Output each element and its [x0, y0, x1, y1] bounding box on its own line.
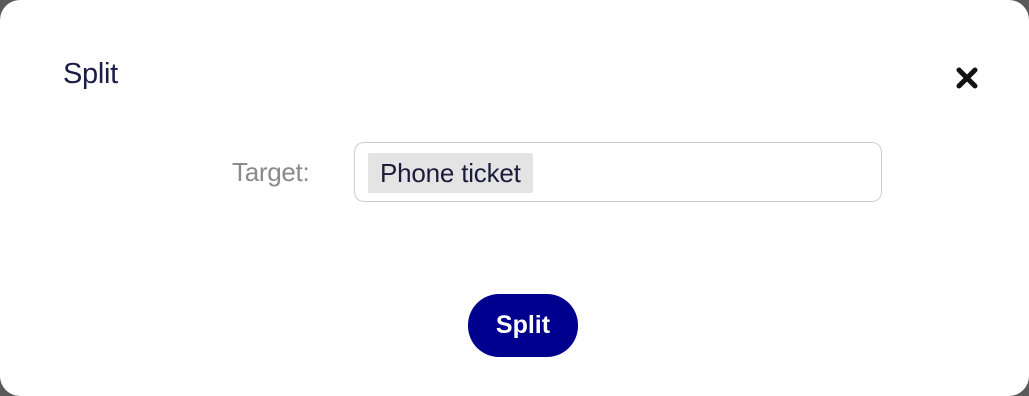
target-label: Target: [232, 157, 310, 187]
target-select[interactable]: Phone ticket [354, 142, 882, 202]
close-button[interactable] [953, 64, 981, 92]
split-dialog: Split Target: Phone ticket Split [0, 0, 1029, 396]
target-selected-token[interactable]: Phone ticket [368, 153, 533, 193]
close-icon [956, 67, 978, 89]
target-field-row: Target: Phone ticket [0, 141, 1029, 203]
split-button[interactable]: Split [468, 294, 578, 357]
dialog-title: Split [63, 58, 118, 90]
